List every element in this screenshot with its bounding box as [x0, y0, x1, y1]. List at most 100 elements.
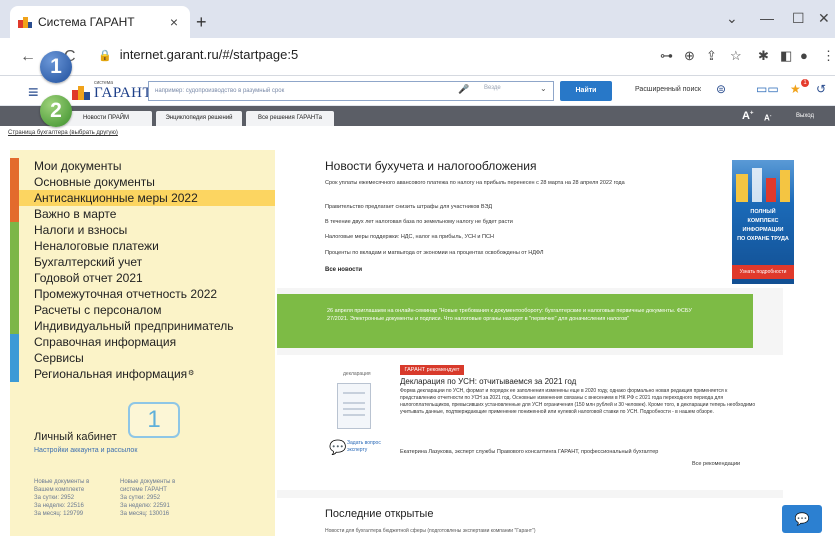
- news-title: Новости бухучета и налогообложения: [325, 159, 537, 173]
- all-recommendations-link[interactable]: Все рекомендации: [692, 461, 740, 467]
- news-item[interactable]: Срок уплаты ежемесячного авансового плат…: [325, 180, 695, 187]
- declaration-label: декларация: [343, 371, 371, 377]
- sidebar-item[interactable]: Расчеты с персоналом: [10, 302, 275, 318]
- gear-icon[interactable]: ⚙: [188, 366, 194, 382]
- maximize-icon[interactable]: ☐: [792, 10, 805, 27]
- account-settings-link[interactable]: Настройки аккаунта и рассылок: [34, 447, 137, 454]
- sidebar-item[interactable]: Антисанкционные меры 2022: [10, 190, 275, 206]
- sidebar-item-label: Промежуточная отчетность 2022: [34, 287, 218, 301]
- garant-logo-icon: [72, 86, 92, 100]
- tab-prime-news[interactable]: Новости ПРАЙМ: [60, 111, 152, 126]
- personal-cabinet-title[interactable]: Личный кабинет: [34, 431, 117, 443]
- tab-encyclopedia[interactable]: Энциклопедия решений: [156, 111, 242, 126]
- advanced-search-icon[interactable]: ⊜: [716, 82, 726, 96]
- find-button[interactable]: Найти: [560, 81, 612, 101]
- ask-expert-link[interactable]: Задать вопрос эксперту: [347, 440, 381, 454]
- news-item[interactable]: В течение двух лет налоговая база по зем…: [325, 219, 695, 226]
- close-window-icon[interactable]: ✕: [818, 10, 830, 27]
- lock-icon: 🔒: [98, 50, 112, 62]
- address-bar: ← C 🔒 internet.garant.ru/#/startpage:5 ⊶ …: [0, 38, 835, 76]
- top-nav-bar: Новости ПРАЙМ Энциклопедия решений Все р…: [0, 106, 835, 126]
- sidebar-item-label: Антисанкционные меры 2022: [34, 191, 198, 205]
- url-field[interactable]: 🔒 internet.garant.ru/#/startpage:5: [98, 47, 298, 62]
- ask-expert-icon[interactable]: 💬: [329, 439, 346, 456]
- sidebar-item-label: Годовой отчет 2021: [34, 271, 143, 285]
- zoom-icon[interactable]: ⊕: [684, 48, 695, 64]
- callout-number-1: 1: [40, 51, 72, 83]
- sidebar-item-label: Справочная информация: [34, 335, 177, 349]
- recommend-badge: ГАРАНТ рекомендует: [400, 365, 464, 375]
- news-item[interactable]: Проценты по вкладам и матвыгода от эконо…: [325, 250, 695, 257]
- main-area: Мои документы Основные документы Антисанкц…: [0, 140, 835, 536]
- breadcrumb[interactable]: Страница бухгалтера (выбрать другую): [0, 126, 835, 140]
- sidebar-item[interactable]: Региональная информация ⚙: [10, 366, 275, 382]
- font-decrease-button[interactable]: A-: [764, 113, 771, 123]
- declaration-document-icon[interactable]: [337, 383, 371, 429]
- sidebar-item[interactable]: Индивидуальный предприниматель: [10, 318, 275, 334]
- profile-icon[interactable]: ●: [800, 48, 808, 63]
- sidebar-item-label: Мои документы: [34, 159, 122, 173]
- tab-search-icon[interactable]: ⌄: [726, 10, 738, 27]
- sidebar-item-label: Расчеты с персоналом: [34, 303, 162, 317]
- news-item[interactable]: Налоговые меры поддержки: НДС, налог на …: [325, 234, 695, 241]
- sidebar-item-label: Неналоговые платежи: [34, 239, 159, 253]
- logo-name: ГАРАНТ: [94, 85, 153, 101]
- seminar-banner[interactable]: 26 апреля приглашаем на онлайн-семинар "…: [277, 294, 753, 348]
- chat-button[interactable]: 💬: [782, 505, 822, 533]
- sidebar-item[interactable]: Бухгалтерский учет: [10, 254, 275, 270]
- last-opened-card: Последние открытые Новости для бухгалтер…: [277, 498, 783, 536]
- sidebar-item[interactable]: Промежуточная отчетность 2022: [10, 286, 275, 302]
- news-item[interactable]: Правительство предлагает снизить штрафы …: [325, 204, 695, 211]
- sidebar-marker-icon: [10, 190, 19, 206]
- sidebar-marker-icon: [10, 334, 19, 350]
- advanced-search-link[interactable]: Расширенный поиск: [635, 86, 701, 93]
- sidebar-item-label: Налоги и взносы: [34, 223, 128, 237]
- logout-link[interactable]: Выход: [796, 113, 814, 119]
- compare-icon[interactable]: ▭▭: [756, 82, 779, 96]
- notification-badge: 1: [801, 79, 809, 87]
- recommendation-title[interactable]: Декларация по УСН: отчитываемся за 2021 …: [400, 377, 576, 386]
- new-tab-button[interactable]: +: [196, 12, 207, 33]
- bookmark-star-icon[interactable]: ☆: [730, 48, 742, 64]
- sidebar-item[interactable]: Основные документы: [10, 174, 275, 190]
- browser-tab[interactable]: Система ГАРАНТ ×: [10, 6, 190, 38]
- sidebar-item[interactable]: Налоги и взносы: [10, 222, 275, 238]
- last-opened-item[interactable]: Новости для бухгалтера бюджетной сферы (…: [325, 528, 536, 534]
- favorites-star-icon[interactable]: ★: [790, 82, 801, 96]
- all-news-link[interactable]: Все новости: [325, 267, 362, 273]
- sidebar-item[interactable]: Мои документы: [10, 158, 275, 174]
- sidebar-item-label: Основные документы: [34, 175, 155, 189]
- stats-your-kit: Новые документы в Вашем комплекте За сутки…: [34, 479, 90, 517]
- search-input[interactable]: например: судопроизводство в разумный ср…: [148, 81, 554, 101]
- sidebar-item[interactable]: Важно в марте: [10, 206, 275, 222]
- sidebar-item[interactable]: Годовой отчет 2021: [10, 270, 275, 286]
- garant-favicon-icon: [18, 16, 32, 28]
- back-icon[interactable]: ←: [20, 48, 36, 66]
- stats-garant-system: Новые документы в системе ГАРАНТ За сутки:…: [120, 479, 176, 517]
- hamburger-menu-icon[interactable]: ≡: [28, 82, 39, 103]
- sidebar-item[interactable]: Неналоговые платежи: [10, 238, 275, 254]
- extensions-icon[interactable]: ✱: [758, 48, 769, 64]
- sidebar-marker-icon: [10, 302, 19, 318]
- promo-more-button[interactable]: Узнать подробности: [732, 265, 794, 279]
- last-opened-title: Последние открытые: [325, 508, 434, 520]
- labor-safety-promo[interactable]: ПОЛНЫЙ КОМПЛЕКС ИНФОРМАЦИИ ПО ОХРАНЕ ТРУДА …: [732, 160, 794, 284]
- side-panel-icon[interactable]: ◧: [780, 48, 792, 64]
- sidebar-item[interactable]: Сервисы: [10, 350, 275, 366]
- garant-logo[interactable]: система ГАРАНТ: [72, 80, 152, 102]
- sidebar: Мои документы Основные документы Антисанкц…: [10, 150, 275, 536]
- recommendation-author: Екатерина Лазукова, эксперт службы Право…: [400, 449, 659, 455]
- key-icon[interactable]: ⊶: [660, 48, 673, 64]
- sidebar-marker-icon: [10, 254, 19, 270]
- share-icon[interactable]: ⇪: [706, 48, 717, 64]
- tab-all-solutions[interactable]: Все решения ГАРАНТа: [246, 111, 334, 126]
- chevron-down-icon[interactable]: ⌄: [540, 84, 547, 93]
- history-icon[interactable]: ↺: [816, 82, 826, 96]
- search-scope-select[interactable]: Везде: [484, 85, 501, 91]
- tab-close-icon[interactable]: ×: [166, 14, 182, 30]
- font-increase-button[interactable]: A+: [742, 110, 753, 122]
- minimize-icon[interactable]: —: [760, 10, 774, 26]
- microphone-icon[interactable]: 🎤: [458, 84, 469, 95]
- sidebar-item[interactable]: Справочная информация: [10, 334, 275, 350]
- browser-menu-icon[interactable]: ⋮: [822, 48, 835, 64]
